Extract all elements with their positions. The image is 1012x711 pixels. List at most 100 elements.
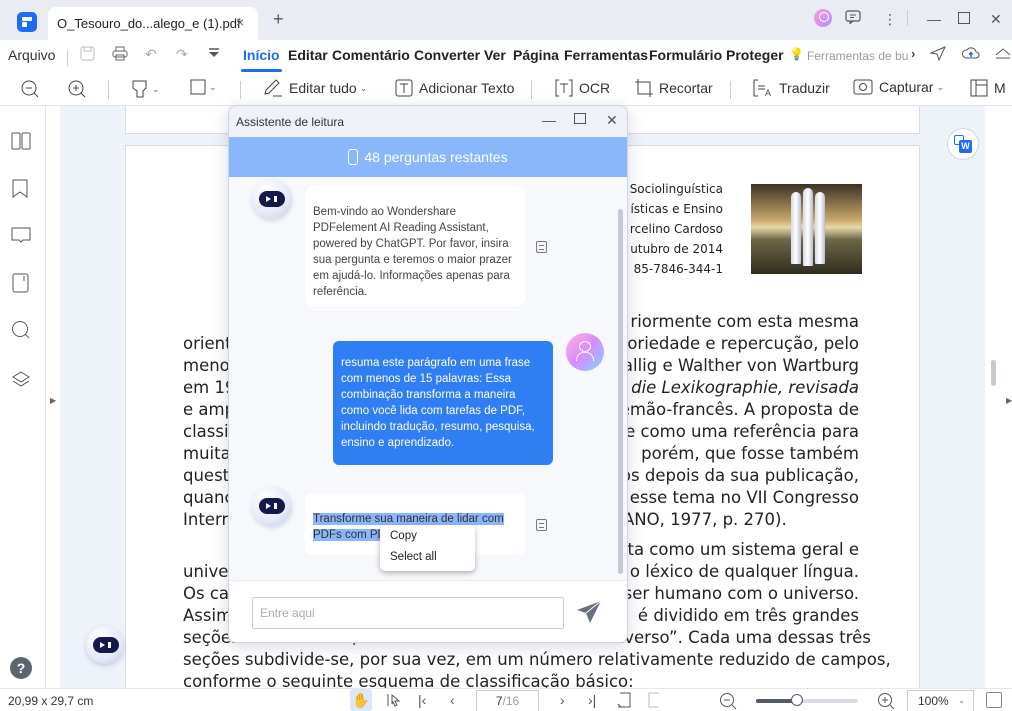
- context-menu-copy[interactable]: Copy: [390, 530, 417, 542]
- cloud-upload-icon[interactable]: [962, 46, 980, 64]
- print-icon[interactable]: [112, 46, 128, 64]
- ai-assistant-floating-button[interactable]: [86, 626, 124, 664]
- account-avatar[interactable]: [814, 9, 832, 27]
- reading-assistant-dialog: Assistente de leitura — ✕ 48 perguntas r…: [228, 105, 628, 643]
- hint-more-icon[interactable]: ›: [911, 46, 915, 61]
- help-button[interactable]: ?: [10, 657, 32, 679]
- statusbar-zoom-in-button[interactable]: [877, 692, 895, 711]
- dialog-maximize-button[interactable]: [574, 112, 586, 128]
- zoom-slider[interactable]: [756, 694, 858, 706]
- selected-text[interactable]: Transforme sua maneira de lidar com: [313, 513, 504, 525]
- robot-icon: [93, 637, 119, 653]
- menu-inicio[interactable]: Início: [241, 47, 282, 72]
- menu-formulario[interactable]: Formulário: [649, 47, 722, 63]
- bot-avatar: [252, 179, 292, 219]
- menu-ferramentas[interactable]: Ferramentas: [564, 47, 648, 63]
- redo-icon[interactable]: ↷: [176, 46, 188, 63]
- save-icon[interactable]: [80, 46, 95, 64]
- search-icon[interactable]: [11, 320, 31, 340]
- vertical-scrollbar[interactable]: [991, 360, 996, 386]
- chevron-down-icon: ⌄: [152, 83, 160, 94]
- copy-icon[interactable]: [536, 519, 547, 531]
- menu-comentario[interactable]: Comentário: [332, 47, 410, 63]
- zoom-slider-thumb[interactable]: [790, 694, 803, 706]
- dialog-minimize-button[interactable]: —: [542, 112, 556, 128]
- remaining-questions-text: 48 perguntas restantes: [364, 149, 508, 165]
- previous-page-button[interactable]: ‹: [450, 692, 455, 708]
- document-tab[interactable]: O_Tesouro_do...alego_e (1).pdf ×: [48, 7, 258, 40]
- divider: [67, 50, 68, 66]
- close-window-button[interactable]: ✕: [990, 8, 1002, 30]
- doc-header-line: Sociolinguística: [629, 182, 723, 196]
- context-menu-select-all[interactable]: Select all: [390, 551, 437, 563]
- copy-icon[interactable]: [536, 241, 547, 253]
- ocr-button[interactable]: OCR: [555, 79, 610, 97]
- chevron-down-icon: ⌄: [936, 81, 945, 92]
- crop-button[interactable]: Recortar: [635, 79, 713, 97]
- share-icon[interactable]: [929, 46, 946, 64]
- doc-line: unive: [183, 562, 229, 581]
- more-options-icon[interactable]: ⋮: [883, 8, 897, 30]
- zoom-out-button[interactable]: [20, 79, 40, 99]
- fullscreen-button[interactable]: [986, 692, 1002, 708]
- expand-right-panel-icon[interactable]: ▶: [1006, 396, 1012, 405]
- rotate-left-icon[interactable]: [617, 692, 631, 711]
- collapse-ribbon-icon[interactable]: [995, 46, 1011, 62]
- minimize-button[interactable]: —: [927, 8, 941, 30]
- expand-panel-icon[interactable]: ▶: [50, 396, 56, 405]
- highlight-tool-button[interactable]: ⌄: [131, 79, 160, 99]
- convert-to-word-button[interactable]: W: [947, 128, 979, 160]
- add-text-button[interactable]: Adicionar Texto: [395, 79, 514, 97]
- zoom-level-select[interactable]: 100% ⌄: [907, 690, 974, 711]
- page-number-input[interactable]: 7/16: [476, 690, 539, 711]
- menu-proteger[interactable]: Proteger: [726, 47, 784, 63]
- layers-icon[interactable]: [11, 370, 31, 390]
- menu-editar[interactable]: Editar: [288, 47, 328, 63]
- shape-tool-button[interactable]: ⌄: [190, 79, 217, 95]
- menu-converter[interactable]: Converter: [414, 47, 480, 63]
- next-page-button[interactable]: ›: [560, 692, 565, 708]
- statusbar-zoom-out-button[interactable]: [719, 692, 737, 711]
- dialog-input-area: [229, 580, 627, 642]
- dialog-close-button[interactable]: ✕: [606, 112, 618, 129]
- first-page-button[interactable]: |‹: [418, 692, 426, 708]
- pdfelement-logo-icon: [17, 12, 37, 32]
- chat-scrollbar[interactable]: [618, 209, 623, 574]
- rotate-right-icon[interactable]: [648, 692, 662, 711]
- doc-line: Hallig e Walther von Wartburg: [610, 356, 859, 375]
- menu-file[interactable]: Arquivo: [8, 47, 55, 63]
- maximize-button[interactable]: [958, 8, 970, 30]
- user-avatar: [566, 333, 604, 371]
- menu-ver[interactable]: Ver: [484, 47, 506, 63]
- thumbnails-icon[interactable]: [11, 132, 31, 152]
- lightbulb-icon: 💡: [789, 47, 804, 61]
- edit-all-button[interactable]: Editar tudo ⌄: [263, 79, 367, 97]
- comment-icon[interactable]: [11, 226, 31, 246]
- tab-close-icon[interactable]: ×: [236, 14, 244, 30]
- doc-line: Os ca: [183, 584, 230, 603]
- divider: [240, 81, 241, 99]
- robot-icon: [259, 498, 285, 514]
- attachment-icon[interactable]: [11, 273, 31, 293]
- capture-button[interactable]: Capturar ⌄: [853, 79, 944, 95]
- edit-all-label: Editar tudo: [289, 80, 357, 96]
- menu-pagina[interactable]: Página: [513, 47, 559, 63]
- feedback-icon[interactable]: [845, 8, 861, 30]
- new-tab-button[interactable]: +: [273, 9, 284, 30]
- page-size: 20,99 x 29,7 cm: [8, 694, 94, 708]
- total-pages: /16: [502, 694, 520, 708]
- last-page-button[interactable]: ›|: [588, 692, 596, 708]
- more-tools-button[interactable]: M: [970, 79, 1006, 97]
- zoom-in-button[interactable]: [67, 79, 87, 99]
- question-input[interactable]: [252, 597, 564, 629]
- translate-button[interactable]: A Traduzir: [753, 79, 830, 97]
- hand-tool-button[interactable]: ✋: [350, 689, 372, 711]
- bookmark-icon[interactable]: [11, 179, 31, 199]
- doc-line: porém, que fosse também: [641, 444, 859, 463]
- undo-icon[interactable]: ↶: [145, 46, 157, 63]
- send-button[interactable]: [575, 598, 603, 626]
- tool-search-hint[interactable]: Ferramentas de bu: [807, 49, 908, 63]
- dialog-header[interactable]: Assistente de leitura — ✕: [229, 106, 627, 137]
- select-tool-button[interactable]: [386, 692, 402, 711]
- quick-access-dropdown-icon[interactable]: [208, 46, 220, 62]
